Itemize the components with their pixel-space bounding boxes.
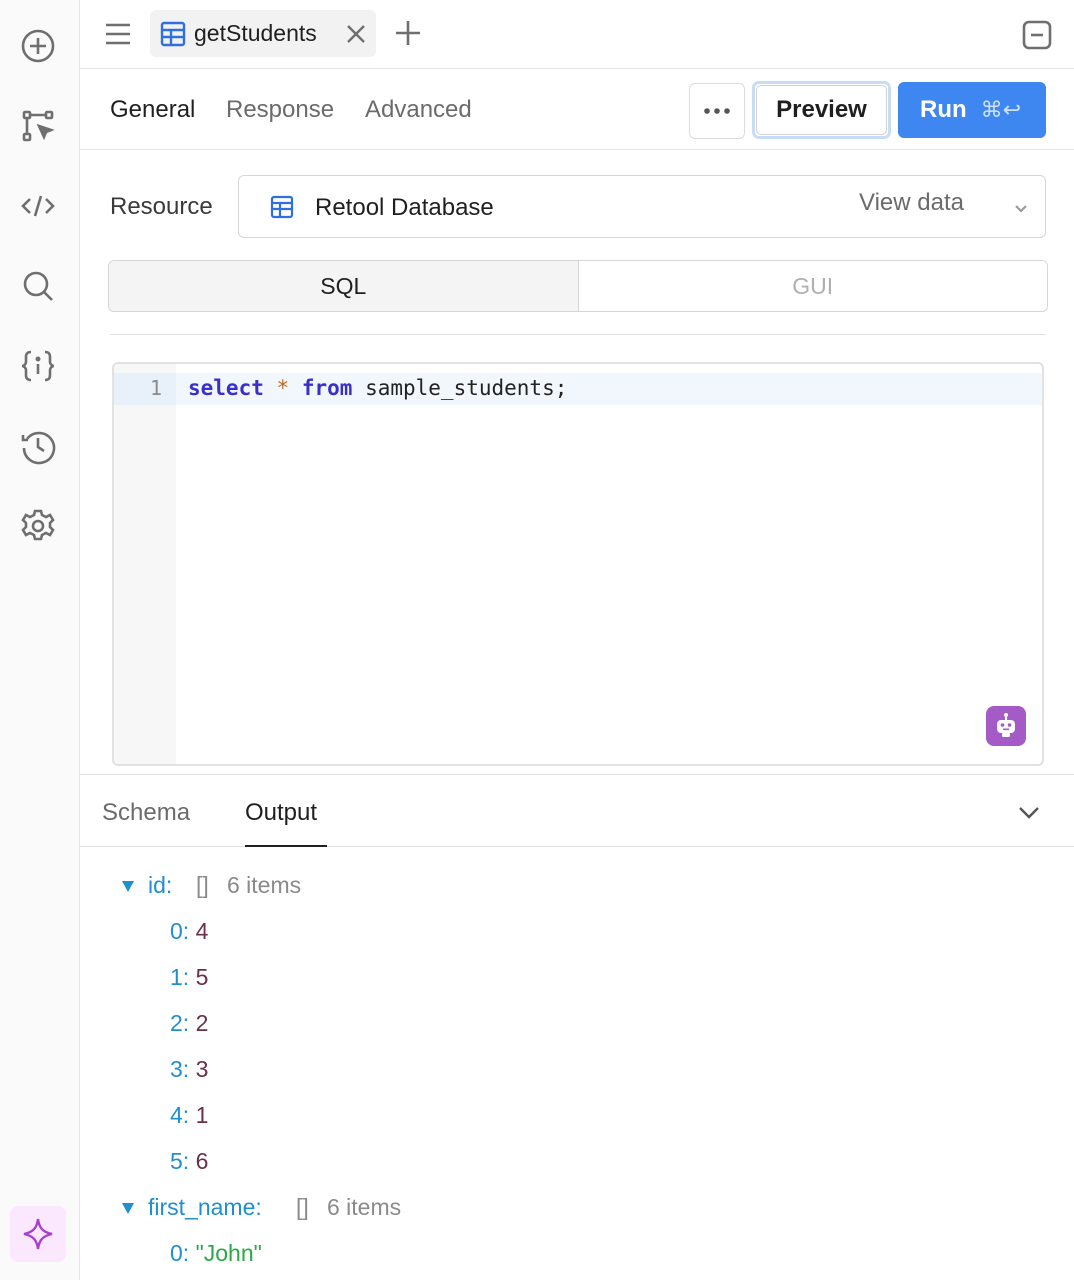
tab-output[interactable]: Output bbox=[245, 799, 317, 827]
tree-item: 0: 4 bbox=[170, 918, 209, 944]
view-data-link[interactable]: View data bbox=[859, 189, 964, 217]
search-icon[interactable] bbox=[14, 262, 62, 310]
state-variables-icon[interactable] bbox=[14, 342, 62, 390]
expand-caret-icon[interactable] bbox=[122, 881, 134, 892]
code-operator-star: * bbox=[276, 376, 290, 400]
tree-count: 6 items bbox=[227, 872, 302, 898]
query-mode-toggle: SQL GUI bbox=[108, 260, 1048, 312]
table-icon bbox=[160, 21, 186, 46]
tree-item: 3: 3 bbox=[170, 1056, 209, 1082]
query-tab-getstudents[interactable]: getStudents bbox=[150, 10, 376, 57]
query-tab-label: getStudents bbox=[194, 20, 317, 46]
tree-type: [] bbox=[196, 872, 209, 898]
mode-option-sql[interactable]: SQL bbox=[109, 261, 579, 311]
settings-gear-icon[interactable] bbox=[14, 502, 62, 550]
tree-key: id: bbox=[148, 872, 173, 898]
mode-option-gui[interactable]: GUI bbox=[578, 261, 1047, 311]
query-editor-panel: getStudents General Response Advanced Pr… bbox=[80, 0, 1074, 1280]
active-tab-underline bbox=[245, 845, 327, 847]
tab-schema[interactable]: Schema bbox=[102, 799, 190, 827]
tab-advanced[interactable]: Advanced bbox=[365, 96, 472, 124]
code-table-name: sample_students; bbox=[365, 376, 568, 400]
close-tab-icon[interactable] bbox=[342, 20, 370, 48]
ai-sparkle-icon[interactable] bbox=[10, 1206, 66, 1262]
code-icon[interactable] bbox=[14, 182, 62, 230]
code-keyword-select: select bbox=[188, 376, 264, 400]
history-icon[interactable] bbox=[14, 422, 62, 470]
results-tabs: Schema Output bbox=[80, 774, 1074, 847]
left-rail bbox=[0, 0, 80, 1280]
tab-response[interactable]: Response bbox=[226, 96, 334, 124]
tab-general[interactable]: General bbox=[110, 96, 195, 124]
tree-item: 0: "John" bbox=[170, 1240, 262, 1266]
divider bbox=[110, 334, 1046, 335]
hamburger-menu-icon[interactable] bbox=[102, 18, 134, 50]
add-icon[interactable] bbox=[14, 22, 62, 70]
tree-item: 1: 5 bbox=[170, 964, 209, 990]
tree-item: 2: 2 bbox=[170, 1010, 209, 1036]
tree-item: 4: 1 bbox=[170, 1102, 209, 1128]
code-line[interactable]: select * from sample_students; bbox=[188, 376, 567, 400]
line-gutter bbox=[114, 364, 176, 764]
tree-item: 5: 6 bbox=[170, 1148, 209, 1174]
collapse-chevron-down-icon[interactable] bbox=[1016, 799, 1042, 825]
tree-key: first_name: bbox=[148, 1194, 262, 1220]
minimize-panel-icon[interactable] bbox=[1020, 18, 1054, 52]
query-toolbar: General Response Advanced Preview Run ⌘↩ bbox=[80, 70, 1074, 150]
ellipsis-icon bbox=[704, 108, 730, 114]
resource-value: Retool Database bbox=[315, 194, 494, 221]
code-keyword-from: from bbox=[301, 376, 353, 400]
tree-count: 6 items bbox=[327, 1194, 402, 1220]
chevron-down-icon bbox=[1015, 205, 1027, 213]
add-tab-icon[interactable] bbox=[392, 17, 424, 49]
run-button[interactable]: Run ⌘↩ bbox=[898, 82, 1046, 138]
resource-select[interactable]: Retool Database View data bbox=[238, 175, 1046, 238]
resource-label: Resource bbox=[110, 193, 213, 220]
ai-assist-robot-icon[interactable] bbox=[986, 706, 1026, 746]
preview-button-label: Preview bbox=[776, 96, 867, 123]
run-button-label: Run bbox=[920, 96, 967, 123]
run-shortcut-hint: ⌘↩ bbox=[980, 97, 1022, 122]
query-tabs-bar: getStudents bbox=[80, 0, 1074, 69]
database-table-icon bbox=[270, 195, 294, 219]
tree-type: [] bbox=[296, 1194, 309, 1220]
expand-caret-icon[interactable] bbox=[122, 1203, 134, 1214]
line-number: 1 bbox=[149, 376, 162, 400]
workflow-icon[interactable] bbox=[14, 102, 62, 150]
more-options-button[interactable] bbox=[689, 83, 745, 139]
preview-button[interactable]: Preview bbox=[752, 81, 891, 139]
sql-code-editor[interactable]: 1 select * from sample_students; bbox=[112, 362, 1044, 766]
